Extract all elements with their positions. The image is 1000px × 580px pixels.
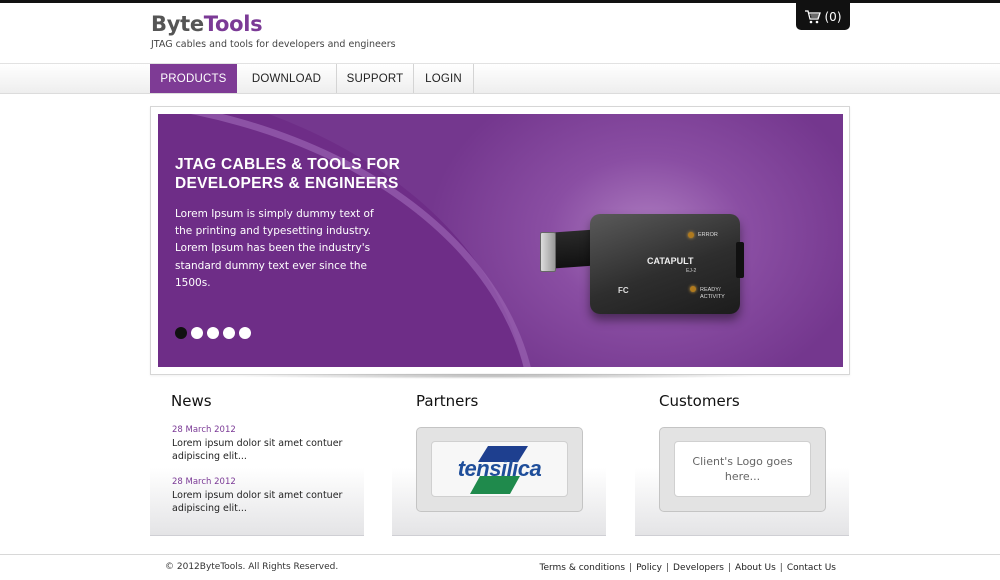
client-logo-placeholder: Client's Logo goes here... (674, 441, 811, 497)
site-logo[interactable]: ByteTools (151, 12, 263, 36)
footer-link-developers[interactable]: Developers (673, 563, 724, 573)
slider-dot-5[interactable] (239, 327, 251, 339)
footer-link-terms[interactable]: Terms & conditions (539, 563, 625, 573)
nav-item-products[interactable]: PRODUCTS (150, 64, 237, 93)
main-navbar: PRODUCTS DOWNLOAD SUPPORT LOGIN (0, 63, 1000, 94)
hero-banner[interactable]: JTAG CABLES & TOOLS FOR DEVELOPERS & ENG… (158, 114, 843, 367)
footer-link-contact[interactable]: Contact Us (787, 563, 836, 573)
footer-separator: | (728, 563, 732, 573)
nav-item-support[interactable]: SUPPORT (337, 64, 414, 93)
footer-link-policy[interactable]: Policy (636, 563, 662, 573)
nav-item-login[interactable]: LOGIN (414, 64, 474, 93)
banner-title: JTAG CABLES & TOOLS FOR DEVELOPERS & ENG… (175, 155, 445, 193)
slider-dots (175, 327, 251, 339)
site-tagline: JTAG cables and tools for developers and… (151, 39, 396, 50)
device-side-connector (736, 242, 744, 278)
banner-text: Lorem Ipsum is simply dummy text of the … (175, 208, 374, 289)
client-logo-box[interactable]: Client's Logo goes here... (659, 427, 826, 512)
logo-text-tools: Tools (203, 12, 263, 36)
tensilica-logo-text: tensilica (457, 456, 542, 481)
banner-title-line1: JTAG CABLES & TOOLS FOR (175, 156, 401, 173)
device-ready-label: READY/ ACTIVITY (700, 287, 725, 300)
footer-separator: | (779, 563, 783, 573)
cart-icon (804, 9, 821, 23)
partners-title: Partners (416, 392, 479, 410)
footer-link-about[interactable]: About Us (735, 563, 776, 573)
slider-dot-1[interactable] (175, 327, 187, 339)
cart-button[interactable]: (0) (796, 3, 850, 30)
partner-logo-inner: tensilica (431, 441, 568, 497)
device-ready-led (690, 286, 696, 292)
banner-title-line2: DEVELOPERS & ENGINEERS (175, 175, 399, 192)
device-plug (540, 232, 556, 272)
device-error-label: ERROR (698, 232, 718, 238)
footer-divider (0, 554, 1000, 555)
banner-shadow (232, 373, 762, 379)
device-model: EJ-2 (686, 268, 697, 274)
banner-frame: JTAG CABLES & TOOLS FOR DEVELOPERS & ENG… (150, 106, 850, 375)
device-error-led (688, 232, 694, 238)
cart-count: (0) (824, 9, 842, 24)
news-date-1: 28 March 2012 (172, 425, 236, 435)
device-brand: CATAPULT (647, 256, 694, 266)
news-title: News (171, 392, 212, 410)
catapult-device-image: ERROR CATAPULT EJ-2 READY/ ACTIVITY FC (590, 214, 740, 314)
partner-logo-box[interactable]: tensilica (416, 427, 583, 512)
customers-title: Customers (659, 392, 740, 410)
nav-item-download[interactable]: DOWNLOAD (237, 64, 337, 93)
slider-dot-2[interactable] (191, 327, 203, 339)
device-cable (553, 229, 595, 269)
news-text-1[interactable]: Lorem ipsum dolor sit amet contuer adipi… (172, 437, 352, 463)
slider-dot-3[interactable] (207, 327, 219, 339)
news-date-2: 28 March 2012 (172, 477, 236, 487)
footer-separator: | (665, 563, 670, 573)
device-ready-label-line2: ACTIVITY (700, 293, 725, 300)
main-nav: PRODUCTS DOWNLOAD SUPPORT LOGIN (150, 64, 474, 93)
slider-dot-4[interactable] (223, 327, 235, 339)
news-text-2[interactable]: Lorem ipsum dolor sit amet contuer adipi… (172, 489, 352, 515)
footer-links: Terms & conditions | Policy | Developers… (539, 563, 836, 573)
device-fc-mark: FC (618, 286, 629, 295)
logo-text-byte: Byte (151, 12, 204, 36)
footer-copyright: © 2012ByteTools. All Rights Reserved. (165, 562, 339, 572)
footer-separator: | (629, 563, 633, 573)
